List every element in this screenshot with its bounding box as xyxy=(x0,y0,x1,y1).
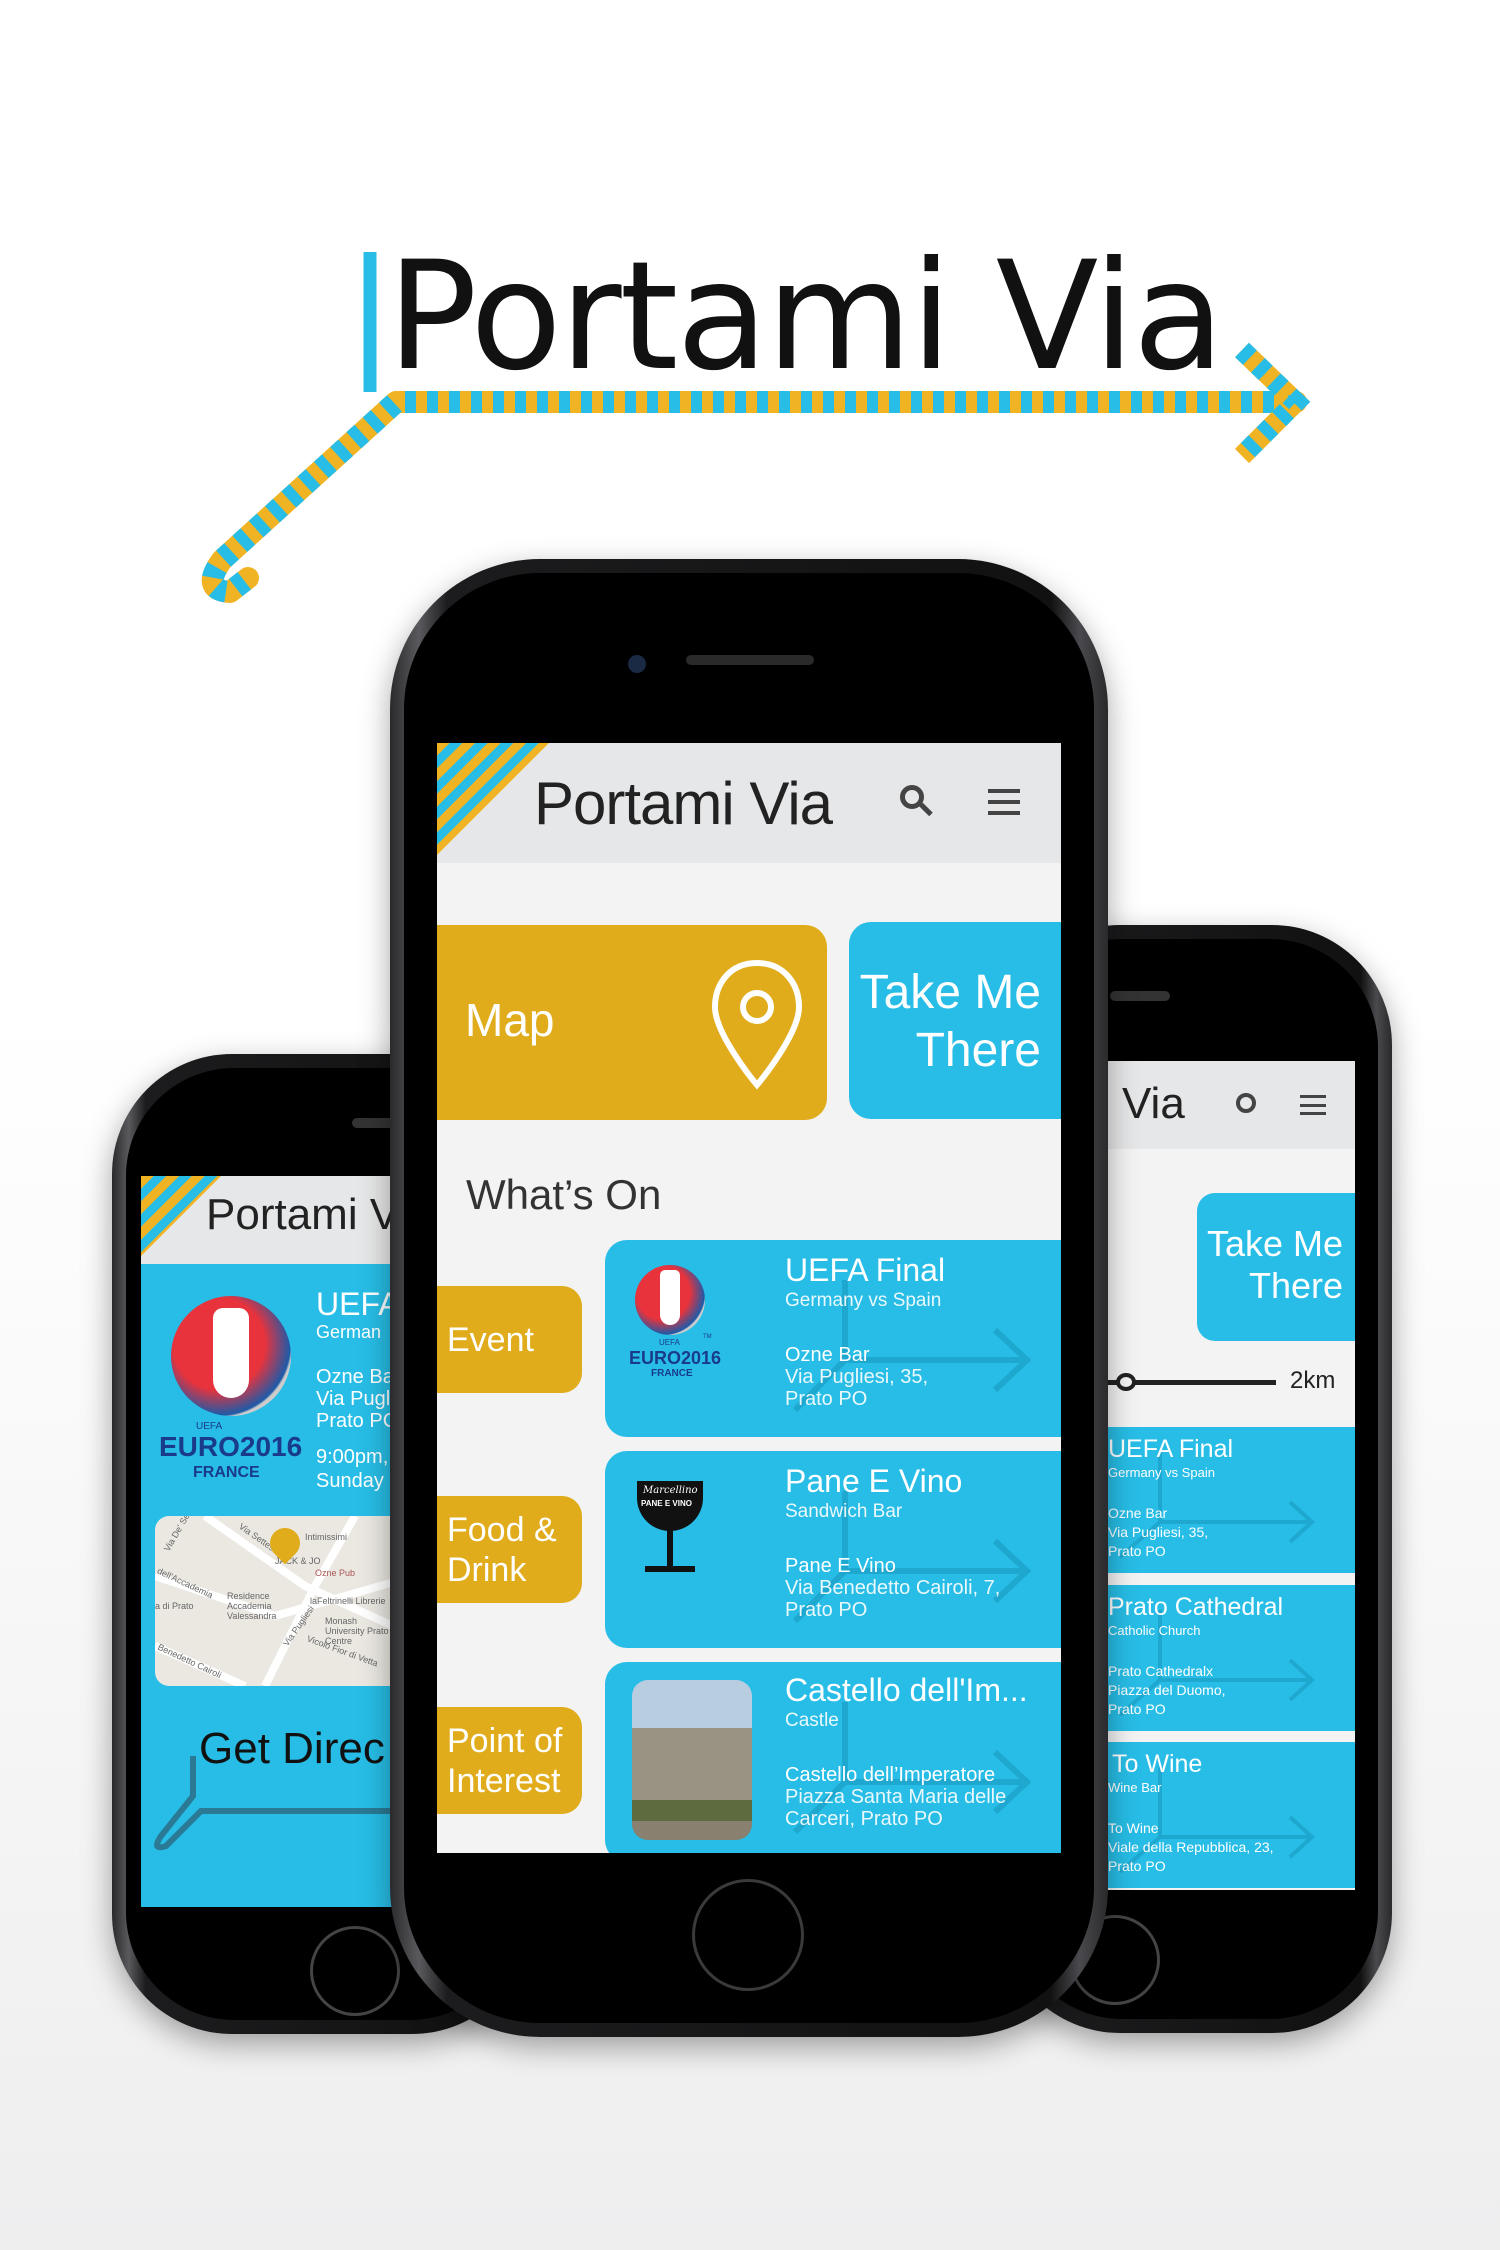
map-view[interactable]: Via Settesoldi JACK & JO Intimissimi Ozn… xyxy=(155,1516,411,1686)
event-card[interactable]: UEFA EURO2016 FRANCE TM UEFA Final Germa… xyxy=(605,1240,1061,1437)
search-icon[interactable] xyxy=(1236,1093,1256,1113)
category-event[interactable]: Event xyxy=(437,1286,582,1393)
center-screen: Portami Via Map Take Me There What’s On … xyxy=(437,743,1061,1853)
event-title: UEFA xyxy=(316,1286,400,1322)
section-title: What’s On xyxy=(466,1171,662,1218)
front-camera xyxy=(628,655,646,673)
distance-slider-knob[interactable] xyxy=(1116,1373,1136,1391)
poi-card[interactable]: Castello dell'Im... Castle Castello dell… xyxy=(605,1662,1061,1853)
take-me-there-button[interactable]: Take Me There xyxy=(1197,1193,1355,1341)
castle-photo xyxy=(632,1680,752,1840)
hamburger-menu-icon[interactable] xyxy=(988,789,1020,815)
home-button[interactable] xyxy=(692,1879,804,1991)
take-me-there-button[interactable]: Take Me There xyxy=(849,922,1061,1119)
get-directions-button[interactable]: Get Direc xyxy=(199,1724,385,1774)
header-title: Portami Vi xyxy=(206,1190,409,1239)
food-card[interactable]: Marcellino PANE E VINO Pane E Vino Sandw… xyxy=(605,1451,1061,1648)
map-pin-icon xyxy=(711,959,803,1090)
distance-label: 2km xyxy=(1290,1367,1336,1394)
left-screen: Portami Vi UEFA EURO2016 FRANCE UEFA Ger… xyxy=(141,1176,411,1907)
map-button[interactable]: Map xyxy=(437,925,827,1120)
search-icon[interactable] xyxy=(900,785,933,817)
hamburger-menu-icon[interactable] xyxy=(1300,1095,1326,1115)
category-point-of-interest[interactable]: Point of Interest xyxy=(437,1707,582,1814)
header-title: Portami Via xyxy=(534,770,833,837)
category-food-drink[interactable]: Food & Drink xyxy=(437,1496,582,1603)
header-title: i Via xyxy=(1100,1079,1185,1128)
